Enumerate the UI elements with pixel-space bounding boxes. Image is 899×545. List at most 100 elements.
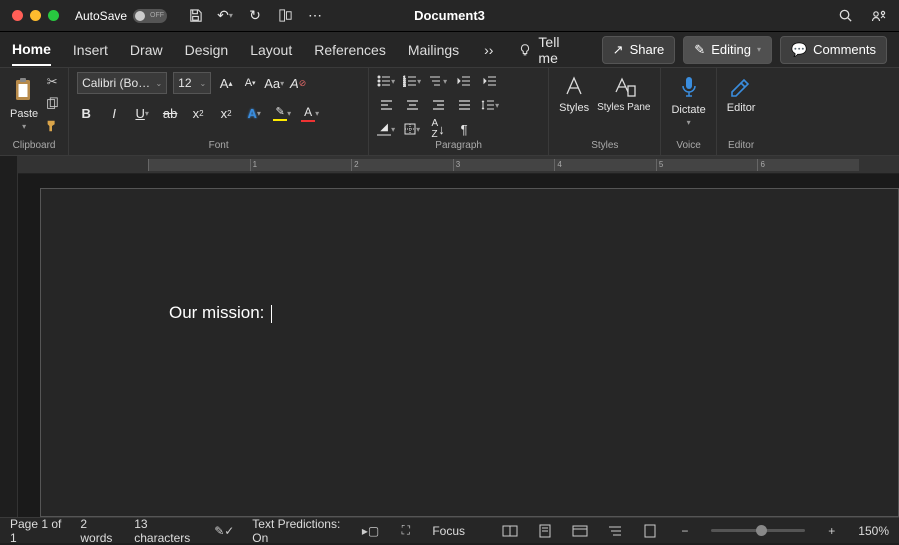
- slider-thumb-icon[interactable]: [756, 525, 767, 536]
- group-editor: Editor Editor: [717, 68, 766, 155]
- comments-button[interactable]: 💬Comments: [780, 36, 887, 64]
- bullets-icon[interactable]: ▾: [377, 72, 395, 90]
- highlight-icon[interactable]: ✎▾: [273, 104, 291, 122]
- clear-format-icon[interactable]: A⊘: [289, 74, 307, 92]
- minimize-window-icon[interactable]: [30, 10, 41, 21]
- increase-indent-icon[interactable]: [481, 72, 499, 90]
- document-page[interactable]: Our mission:: [40, 188, 899, 517]
- group-clipboard: Paste ▾ ✂ Clipboard: [0, 68, 69, 155]
- text-predictions[interactable]: Text Predictions: On: [252, 517, 344, 545]
- multilevel-icon[interactable]: ▾: [429, 72, 447, 90]
- search-icon[interactable]: [837, 8, 853, 24]
- superscript-icon[interactable]: x2: [217, 104, 235, 122]
- redo-icon[interactable]: ↻: [247, 8, 263, 24]
- styles-pane-button[interactable]: Styles Pane: [595, 72, 652, 115]
- focus-label[interactable]: Focus: [432, 524, 465, 538]
- web-layout-icon[interactable]: [571, 523, 588, 539]
- share-button[interactable]: ↗Share: [602, 36, 676, 64]
- word-count[interactable]: 2 words: [80, 517, 116, 545]
- decrease-indent-icon[interactable]: [455, 72, 473, 90]
- horizontal-ruler[interactable]: 123456: [18, 156, 899, 174]
- italic-icon[interactable]: I: [105, 104, 123, 122]
- align-left-icon[interactable]: [377, 96, 395, 114]
- styles-button[interactable]: Styles: [557, 72, 591, 116]
- shading-icon[interactable]: ◢▾: [377, 120, 395, 138]
- focus-icon[interactable]: ⛶: [397, 523, 414, 539]
- group-label: Font: [77, 140, 360, 153]
- align-center-icon[interactable]: [403, 96, 421, 114]
- tab-draw[interactable]: Draw: [130, 35, 163, 65]
- share-icon: ↗: [613, 42, 624, 58]
- bold-icon[interactable]: B: [77, 104, 95, 122]
- vertical-ruler[interactable]: [0, 156, 18, 517]
- borders-icon[interactable]: ▾: [403, 120, 421, 138]
- tell-me[interactable]: Tell me: [518, 34, 579, 66]
- show-marks-icon[interactable]: ¶: [455, 120, 473, 138]
- group-voice: Dictate ▾ Voice: [661, 68, 716, 155]
- numbering-icon[interactable]: 123▾: [403, 72, 421, 90]
- page-count[interactable]: Page 1 of 1: [10, 517, 62, 545]
- font-size-dropdown[interactable]: 12⌄: [173, 72, 211, 94]
- draft-icon[interactable]: [641, 523, 658, 539]
- underline-icon[interactable]: U▾: [133, 104, 151, 122]
- zoom-in-icon[interactable]: +: [823, 523, 840, 539]
- subscript-icon[interactable]: x2: [189, 104, 207, 122]
- editing-button[interactable]: ✎Editing▾: [683, 36, 772, 64]
- read-mode-icon[interactable]: [501, 523, 518, 539]
- autosave-toggle[interactable]: AutoSave OFF: [75, 9, 167, 23]
- status-bar: Page 1 of 1 2 words 13 characters ✎✓ Tex…: [0, 517, 899, 543]
- tab-design[interactable]: Design: [185, 35, 229, 65]
- align-right-icon[interactable]: [429, 96, 447, 114]
- copy-icon[interactable]: [44, 96, 60, 112]
- change-case-icon[interactable]: Aa▾: [265, 74, 283, 92]
- undo-icon[interactable]: ↶▾: [217, 8, 233, 24]
- font-name-dropdown[interactable]: Calibri (Bo…⌄: [77, 72, 167, 94]
- decrease-font-icon[interactable]: A▾: [241, 74, 259, 92]
- autosave-label: AutoSave: [75, 9, 127, 23]
- ribbon: Paste ▾ ✂ Clipboard Calibri (Bo…⌄ 12⌄ A▴…: [0, 68, 899, 156]
- touch-mode-icon[interactable]: [277, 8, 293, 24]
- more-icon[interactable]: ⋯: [307, 8, 323, 24]
- text-cursor: [271, 305, 272, 323]
- tab-layout[interactable]: Layout: [250, 35, 292, 65]
- tab-mailings[interactable]: Mailings: [408, 35, 459, 65]
- tab-references[interactable]: References: [314, 35, 386, 65]
- document-body[interactable]: Our mission:: [169, 303, 272, 323]
- line-spacing-icon[interactable]: ▾: [481, 96, 499, 114]
- zoom-slider[interactable]: [711, 529, 805, 532]
- macro-icon[interactable]: ▸▢: [362, 523, 379, 539]
- comment-icon: 💬: [791, 42, 807, 58]
- group-font: Calibri (Bo…⌄ 12⌄ A▴ A▾ Aa▾ A⊘ B I U▾ ab…: [69, 68, 369, 155]
- zoom-level[interactable]: 150%: [858, 524, 889, 538]
- font-color-icon[interactable]: A▾: [301, 104, 319, 122]
- increase-font-icon[interactable]: A▴: [217, 74, 235, 92]
- tab-insert[interactable]: Insert: [73, 35, 108, 65]
- group-label: Editor: [725, 140, 758, 153]
- print-layout-icon[interactable]: [536, 523, 553, 539]
- outline-icon[interactable]: [606, 523, 623, 539]
- cut-icon[interactable]: ✂: [44, 74, 60, 90]
- share-people-icon[interactable]: [871, 8, 887, 24]
- tell-me-label: Tell me: [538, 34, 579, 66]
- save-icon[interactable]: [187, 8, 203, 24]
- format-painter-icon[interactable]: [44, 118, 60, 134]
- sort-icon[interactable]: AZ↓: [429, 120, 447, 138]
- dictate-button[interactable]: Dictate ▾: [669, 72, 707, 129]
- zoom-out-icon[interactable]: −: [676, 523, 693, 539]
- tab-home[interactable]: Home: [12, 34, 51, 66]
- maximize-window-icon[interactable]: [48, 10, 59, 21]
- group-label: Styles: [557, 140, 652, 153]
- window-controls: [12, 10, 59, 21]
- char-count[interactable]: 13 characters: [134, 517, 196, 545]
- more-tabs-icon[interactable]: ››: [481, 42, 496, 58]
- group-styles: Styles Styles Pane Styles: [549, 68, 661, 155]
- close-window-icon[interactable]: [12, 10, 23, 21]
- spellcheck-icon[interactable]: ✎✓: [214, 523, 234, 539]
- toggle-switch-icon[interactable]: OFF: [133, 9, 167, 23]
- editor-button[interactable]: Editor: [725, 72, 758, 116]
- text-effects-icon[interactable]: A▾: [245, 104, 263, 122]
- strikethrough-icon[interactable]: ab: [161, 104, 179, 122]
- paste-button[interactable]: Paste ▾: [8, 72, 40, 133]
- clipboard-icon: [11, 74, 37, 106]
- justify-icon[interactable]: [455, 96, 473, 114]
